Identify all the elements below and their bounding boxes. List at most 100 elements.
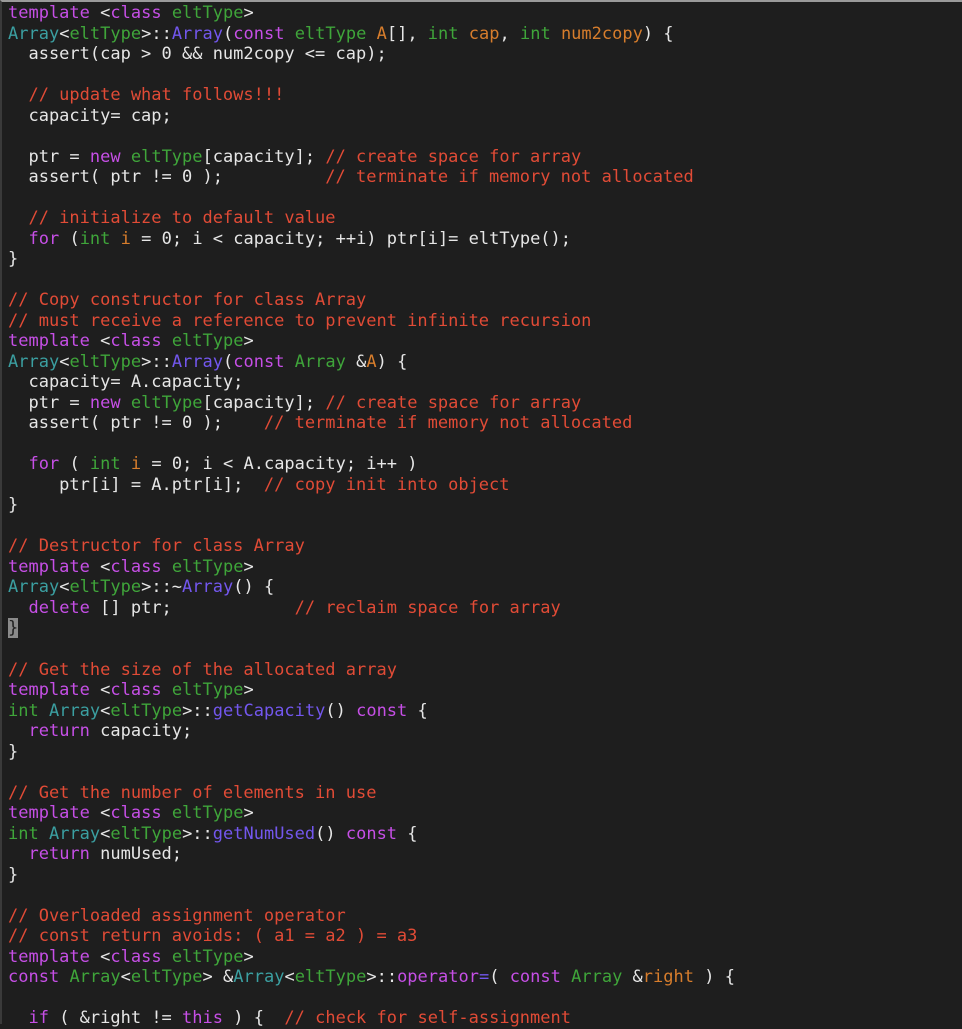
class-token: Array — [8, 577, 60, 598]
code-line[interactable]: template <class eltType> — [8, 803, 735, 824]
code-line[interactable]: return numUsed; — [8, 844, 735, 865]
code-line[interactable] — [8, 639, 735, 660]
type-token: eltType — [130, 967, 203, 988]
code-line[interactable] — [8, 885, 735, 906]
code-line[interactable]: // Copy constructor for class Array — [8, 290, 735, 311]
code-line[interactable]: template <class eltType> — [8, 680, 735, 701]
comment-token: // copy init into object — [263, 474, 510, 495]
function-token: Array — [171, 23, 223, 44]
code-line[interactable]: int Array<eltType>::getCapacity() const … — [8, 701, 735, 722]
code-line[interactable]: Array<eltType>::Array(const Array &A) { — [8, 352, 735, 373]
type-token: eltType — [69, 23, 142, 44]
code-line[interactable]: capacity= A.capacity; — [8, 372, 735, 393]
comment-token: // Copy constructor for class Array — [8, 290, 367, 311]
code-text: } — [8, 618, 19, 639]
code-text: < — [59, 351, 70, 372]
comment-token: // create space for array — [325, 146, 582, 167]
code-line[interactable]: ptr = new eltType[capacity]; // create s… — [8, 393, 735, 414]
type-token: eltType — [69, 577, 142, 598]
code-text: [], — [386, 23, 428, 44]
code-text: & — [622, 967, 643, 988]
code-line[interactable]: capacity= cap; — [8, 106, 735, 127]
type-token: eltType — [69, 351, 142, 372]
code-line[interactable]: template <class eltType> — [8, 3, 735, 24]
code-line[interactable]: } — [8, 618, 735, 639]
code-line[interactable]: assert( ptr != 0 ); // terminate if memo… — [8, 167, 735, 188]
comment-token: // update what follows!!! — [8, 85, 285, 106]
comment-token: // initialize to default value — [8, 208, 336, 229]
code-text: { — [397, 823, 418, 844]
code-line[interactable]: // const return avoids: ( a1 = a2 ) = a3 — [8, 926, 735, 947]
code-line[interactable]: template <class eltType> — [8, 557, 735, 578]
code-text: > — [243, 803, 254, 824]
code-line[interactable] — [8, 188, 735, 209]
keyword-token: const — [8, 967, 60, 988]
code-line[interactable]: Array<eltType>::~Array() { — [8, 577, 735, 598]
code-line[interactable]: } — [8, 865, 735, 886]
code-editor[interactable]: template <class eltType> Array<eltType>::… — [0, 0, 962, 1028]
code-line[interactable]: // must receive a reference to prevent i… — [8, 311, 735, 332]
code-text: > & — [202, 967, 234, 988]
code-line[interactable]: for (int i = 0; i < capacity; ++i) ptr[i… — [8, 229, 735, 250]
keyword-token: class — [110, 556, 162, 577]
code-line[interactable] — [8, 516, 735, 537]
code-line[interactable]: template <class eltType> — [8, 947, 735, 968]
code-line[interactable]: return capacity; — [8, 721, 735, 742]
code-line[interactable] — [8, 434, 735, 455]
code-text: >:: — [366, 967, 398, 988]
keyword-token: class — [110, 3, 162, 23]
code-text: > — [243, 331, 254, 352]
code-line[interactable] — [8, 762, 735, 783]
code-line[interactable]: const Array<eltType> &Array<eltType>::op… — [8, 967, 735, 988]
code-line[interactable]: ptr[i] = A.ptr[i]; // copy init into obj… — [8, 475, 735, 496]
code-text: () { — [233, 577, 275, 598]
comment-token: // const return avoids: ( a1 = a2 ) = a3 — [8, 926, 418, 947]
code-line[interactable]: } — [8, 495, 735, 516]
code-text: ( — [59, 228, 80, 249]
code-line[interactable] — [8, 126, 735, 147]
code-line[interactable]: delete [] ptr; // reclaim space for arra… — [8, 598, 735, 619]
code-line[interactable]: // Destructor for class Array — [8, 536, 735, 557]
keyword-token: class — [110, 331, 162, 352]
code-line[interactable]: assert( ptr != 0 ); // terminate if memo… — [8, 413, 735, 434]
code-line[interactable]: } — [8, 249, 735, 270]
code-line[interactable]: int Array<eltType>::getNumUsed() const { — [8, 824, 735, 845]
code-text: < — [100, 823, 111, 844]
class-token: Array — [233, 967, 285, 988]
keyword-token: const — [509, 967, 561, 988]
code-text: > — [243, 680, 254, 701]
code-text: [capacity]; — [202, 146, 326, 167]
code-line[interactable]: // update what follows!!! — [8, 85, 735, 106]
code-line[interactable]: template <class eltType> — [8, 331, 735, 352]
keyword-token: const — [233, 23, 285, 44]
code-text: , — [499, 23, 520, 44]
parameter-token: i — [120, 228, 131, 249]
code-line[interactable]: } — [8, 742, 735, 763]
code-line[interactable]: if ( &right != this ) { // check for sel… — [8, 1008, 735, 1029]
type-token: eltType — [171, 946, 244, 967]
code-line[interactable]: // initialize to default value — [8, 208, 735, 229]
code-line[interactable]: assert(cap > 0 && num2copy <= cap); — [8, 44, 735, 65]
keyword-token: const — [233, 351, 285, 372]
type-token: int — [8, 700, 39, 721]
code-line[interactable]: // Get the number of elements in use — [8, 783, 735, 804]
code-line[interactable] — [8, 270, 735, 291]
comment-token: // create space for array — [325, 392, 582, 413]
keyword-token: operator — [397, 967, 479, 988]
code-line[interactable]: // Overloaded assignment operator — [8, 906, 735, 927]
code-text-area[interactable]: template <class eltType> Array<eltType>::… — [8, 3, 735, 1029]
code-line[interactable] — [8, 988, 735, 1009]
code-text: () — [325, 700, 357, 721]
code-line[interactable]: for ( int i = 0; i < A.capacity; i++ ) — [8, 454, 735, 475]
code-line[interactable]: Array<eltType>::Array(const eltType A[],… — [8, 24, 735, 45]
code-line[interactable]: ptr = new eltType[capacity]; // create s… — [8, 147, 735, 168]
code-line[interactable] — [8, 65, 735, 86]
code-line[interactable]: // Get the size of the allocated array — [8, 660, 735, 681]
